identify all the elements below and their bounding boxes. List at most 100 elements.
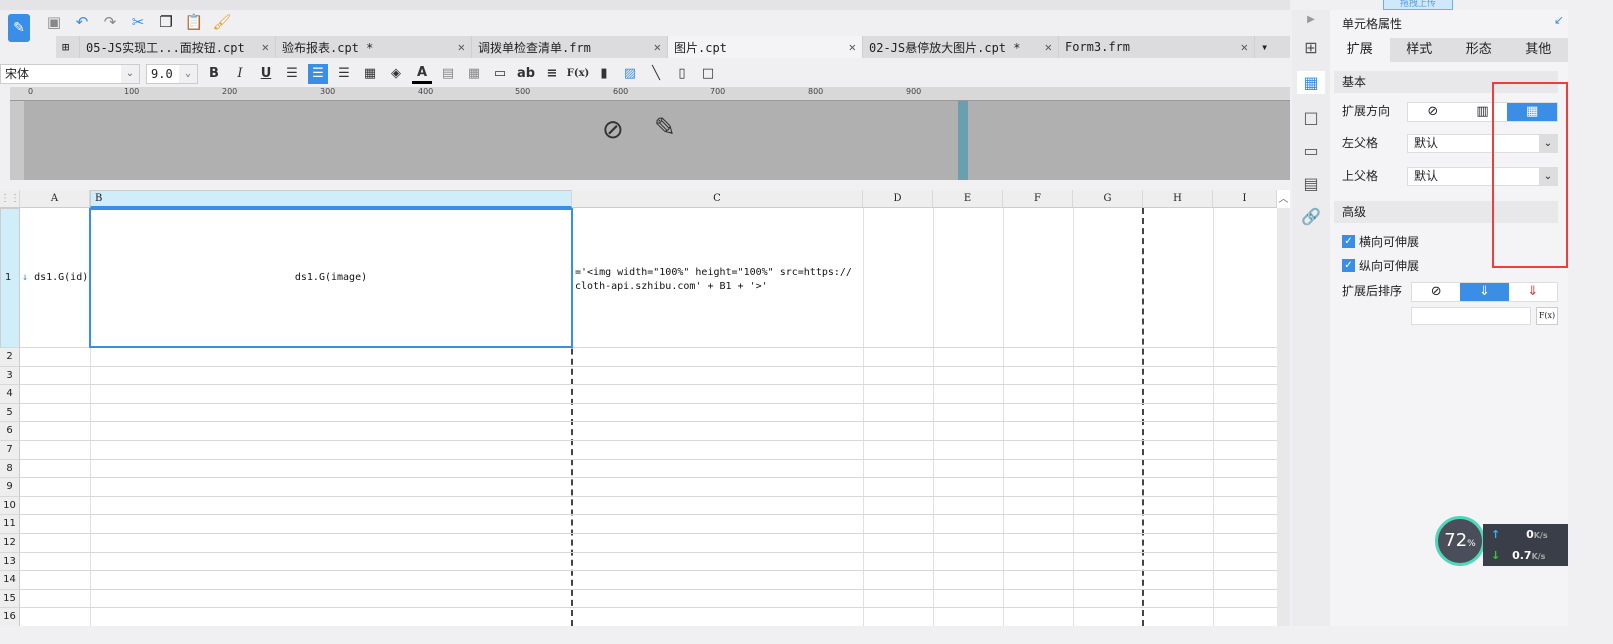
underline-button[interactable]: U [256, 64, 276, 84]
size-select[interactable]: 9.0 ⌄ [146, 63, 198, 84]
textfield-icon[interactable]: ▭ [490, 64, 510, 84]
column-header[interactable]: A [20, 190, 90, 208]
spreadsheet-grid[interactable]: ⋮⋮ A B C D E F G H I 1 2 3 4 5 6 7 8 9 10 11 12 13 14… [0, 190, 1277, 626]
tab-05-js[interactable]: 05-JS实现工...面按钮.cpt ✕ [80, 36, 276, 58]
frame-icon[interactable]: □ [1303, 108, 1318, 127]
align-center-icon[interactable]: ☰ [308, 63, 328, 84]
row-header[interactable]: 6 [0, 422, 20, 441]
column-header[interactable]: B [90, 190, 572, 208]
row-header[interactable]: 12 [0, 534, 20, 553]
close-icon[interactable]: ✕ [1037, 40, 1052, 54]
close-icon[interactable]: ✕ [646, 40, 661, 54]
row-header[interactable]: 9 [0, 478, 20, 497]
pin-icon[interactable]: ↙ [1554, 13, 1564, 27]
tab-form[interactable]: 形态 [1449, 38, 1509, 62]
tab-style[interactable]: 样式 [1390, 38, 1450, 62]
fill-color-icon[interactable]: ◈ [386, 64, 406, 84]
pencil-icon[interactable]: ✎ [654, 113, 676, 143]
row-header[interactable]: 16 [0, 608, 20, 626]
vertical-scrollbar[interactable]: ︿ [1277, 190, 1290, 626]
no-expand-icon[interactable]: ⊘ [1408, 103, 1458, 121]
row-header[interactable]: 14 [0, 571, 20, 590]
sort-ascending-icon[interactable]: ⇓ [1460, 283, 1509, 301]
undo-icon[interactable]: ↶ [72, 12, 92, 32]
widget-icon[interactable]: ⊞ [1304, 38, 1317, 57]
row-header[interactable]: 2 [0, 348, 20, 367]
upload-button[interactable]: 拖拽上传 [1383, 0, 1453, 10]
subreport-icon[interactable]: ▯ [672, 64, 692, 84]
column-header[interactable]: D [863, 190, 933, 208]
font-color-icon[interactable]: A [412, 64, 432, 84]
row-header[interactable]: 10 [0, 496, 20, 516]
font-select[interactable]: 宋体 ⌄ [0, 63, 140, 84]
cell-c1[interactable]: ='<img width="100%" height="100%" src=ht… [575, 266, 852, 294]
redo-icon[interactable]: ↷ [100, 12, 120, 32]
link-icon[interactable]: 🔗 [1301, 207, 1321, 226]
select-all-corner[interactable]: ⋮⋮ [0, 190, 20, 208]
condition-icon[interactable]: ▤ [1303, 174, 1318, 193]
cell-a1[interactable]: ↓ ds1.G(id) [22, 272, 88, 283]
tab-02-js[interactable]: 02-JS悬停放大图片.cpt * ✕ [863, 36, 1059, 58]
collapse-arrow-icon[interactable]: ▶ [1307, 14, 1315, 25]
tab-form3[interactable]: Form3.frm ✕ [1059, 36, 1255, 58]
rich-text-icon[interactable]: ≡ [542, 64, 562, 84]
border-style-icon[interactable]: □ [698, 64, 718, 84]
column-header[interactable]: H [1143, 190, 1213, 208]
column-header[interactable]: G [1073, 190, 1143, 208]
chart-icon[interactable]: ▮ [594, 64, 614, 84]
merge-icon[interactable]: ▤ [438, 64, 458, 84]
format-painter-icon[interactable]: 🖌 [212, 12, 232, 32]
column-header[interactable]: C [572, 190, 863, 208]
close-icon[interactable]: ✕ [450, 40, 465, 54]
no-sort-icon[interactable]: ⊘ [1412, 283, 1460, 301]
bold-button[interactable]: B [204, 64, 224, 84]
tab-list-icon[interactable]: ▾ [1255, 36, 1290, 58]
split-icon[interactable]: ▦ [464, 64, 484, 84]
image-icon[interactable]: ▨ [620, 64, 640, 84]
text-icon[interactable]: ab [516, 64, 536, 84]
slash-icon[interactable]: ╲ [646, 64, 666, 84]
column-header[interactable]: I [1213, 190, 1277, 208]
cut-icon[interactable]: ✂ [128, 12, 148, 32]
new-tab-icon[interactable]: ⊞ [56, 36, 80, 58]
row-header[interactable]: 3 [0, 366, 20, 386]
column-header[interactable]: E [933, 190, 1003, 208]
paste-icon[interactable]: 📋 [184, 12, 204, 32]
widget-settings-icon[interactable]: ▭ [1303, 141, 1318, 160]
close-icon[interactable]: ✕ [254, 40, 269, 54]
close-icon[interactable]: ✕ [1233, 40, 1248, 54]
v-expand-checkbox[interactable]: ✓ 纵向可伸展 [1342, 257, 1419, 274]
row-header[interactable]: 7 [0, 441, 20, 460]
row-header[interactable]: 1 [0, 208, 20, 348]
row-header[interactable]: 4 [0, 385, 20, 404]
align-right-icon[interactable]: ☰ [334, 64, 354, 84]
row-header[interactable]: 13 [0, 552, 20, 572]
row-header[interactable]: 15 [0, 589, 20, 609]
formula-button[interactable]: F(x) [1536, 307, 1558, 325]
cell-attribute-icon[interactable]: ▦ [1297, 71, 1325, 94]
close-icon[interactable]: ✕ [841, 40, 856, 54]
app-logo-icon[interactable]: ✎ [8, 14, 30, 42]
align-left-icon[interactable]: ☰ [282, 64, 302, 84]
column-header[interactable]: F [1003, 190, 1073, 208]
h-expand-checkbox[interactable]: ✓ 横向可伸展 [1342, 233, 1419, 250]
sort-formula-input[interactable] [1411, 307, 1531, 325]
tab-diaobo[interactable]: 调拨单检查清单.frm ✕ [472, 36, 668, 58]
row-header[interactable]: 8 [0, 459, 20, 479]
copy-icon[interactable]: ❐ [156, 12, 176, 32]
border-icon[interactable]: ▦ [360, 64, 380, 84]
sort-descending-icon[interactable]: ⇓ [1509, 283, 1557, 301]
italic-button[interactable]: I [230, 64, 250, 84]
tab-tupian[interactable]: 图片.cpt ✕ [668, 36, 863, 58]
tab-expand[interactable]: 扩展 [1330, 38, 1390, 62]
formula-icon[interactable]: F(x) [567, 64, 590, 84]
resource-gauge[interactable]: 72% [1435, 516, 1485, 566]
tab-yanbu[interactable]: 验布报表.cpt * ✕ [276, 36, 472, 58]
hide-eye-icon[interactable]: ⊘ [602, 115, 624, 145]
row-header[interactable]: 11 [0, 515, 20, 534]
row-gridline [20, 458, 1277, 460]
upload-arrow-icon: ↑ [1491, 528, 1501, 541]
tab-other[interactable]: 其他 [1509, 38, 1569, 62]
row-header[interactable]: 5 [0, 403, 20, 423]
save-icon[interactable]: ▣ [44, 12, 64, 32]
